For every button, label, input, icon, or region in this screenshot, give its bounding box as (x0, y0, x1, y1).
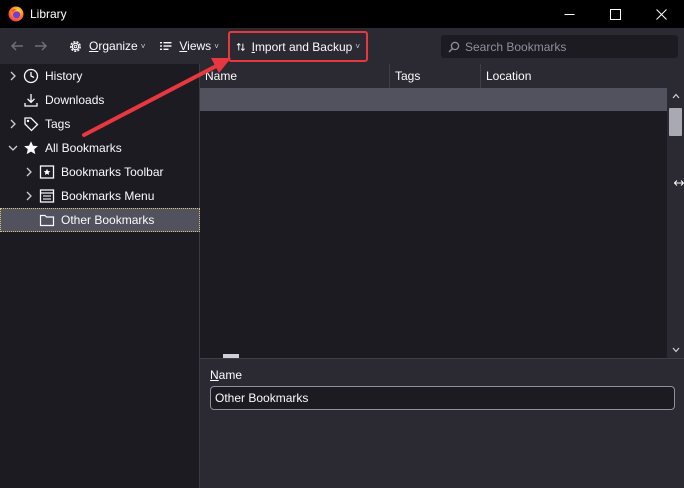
organize-button[interactable]: Organize ˅ (62, 33, 151, 59)
window-controls (546, 0, 684, 28)
arrow-left-icon (10, 41, 23, 51)
sidebar-item-label: Bookmarks Toolbar (61, 165, 164, 179)
minimize-icon (564, 13, 574, 15)
sidebar-item-other-bookmarks[interactable]: Other Bookmarks (0, 208, 200, 232)
download-icon (23, 92, 39, 108)
library-toolbar: Organize ˅ Views ˅ Import and Backup ˅ (0, 28, 684, 64)
arrow-right-icon (35, 41, 48, 51)
views-button[interactable]: Views ˅ (153, 33, 224, 59)
chevron-right-icon (10, 71, 16, 81)
name-field[interactable] (210, 386, 675, 410)
sidebar-item-all-bookmarks[interactable]: All Bookmarks (0, 136, 200, 160)
import-and-backup-label: Import and Backup (251, 39, 353, 54)
collapse-twisty[interactable] (5, 140, 21, 156)
sidebar-item-label: Downloads (45, 93, 105, 107)
list-icon (160, 42, 172, 50)
sidebar-item-tags[interactable]: Tags (0, 112, 200, 136)
maximize-icon (609, 8, 621, 20)
minimize-button[interactable] (546, 0, 592, 28)
import-and-backup-button[interactable]: Import and Backup ˅ (228, 31, 368, 62)
maximize-button[interactable] (592, 0, 638, 28)
chevron-up-icon (672, 93, 679, 99)
chevron-down-icon: ˅ (140, 41, 146, 51)
search-input[interactable] (465, 39, 665, 54)
column-header-location[interactable]: Location (481, 64, 684, 88)
bookmarks-list: Name Tags Location (200, 64, 684, 358)
tag-icon (23, 116, 39, 132)
organize-label: Organize (89, 39, 138, 53)
chevron-down-icon (672, 347, 679, 353)
gear-icon (70, 40, 81, 52)
scroll-up-button[interactable] (667, 88, 684, 104)
search-icon (448, 41, 460, 52)
sidebar-item-label: Bookmarks Menu (61, 189, 155, 203)
firefox-logo-icon (8, 6, 24, 22)
vertical-scrollbar[interactable] (667, 88, 684, 358)
sidebar-item-label: Tags (45, 117, 71, 131)
bookmark-toolbar-icon (39, 164, 55, 180)
expand-twisty[interactable] (5, 116, 21, 132)
forward-button[interactable] (30, 34, 52, 58)
folder-icon (39, 212, 55, 228)
expand-twisty[interactable] (5, 68, 21, 84)
close-icon (655, 8, 667, 20)
chevron-right-icon (26, 191, 32, 201)
window-title: Library (30, 7, 67, 21)
sidebar-item-bookmarks-toolbar[interactable]: Bookmarks Toolbar (0, 160, 200, 184)
places-sidebar: History Downloads Tags All Bookmarks Boo… (0, 64, 200, 488)
expand-twisty[interactable] (21, 164, 37, 180)
column-headers: Name Tags Location (200, 64, 684, 88)
chevron-right-icon (26, 167, 32, 177)
views-label: Views (179, 39, 212, 53)
sidebar-item-downloads[interactable]: Downloads (0, 88, 200, 112)
name-field-label: Name (210, 368, 243, 382)
star-icon (23, 140, 39, 156)
sidebar-item-history[interactable]: History (0, 64, 200, 88)
sort-arrows-icon (236, 42, 245, 51)
column-header-name[interactable]: Name (200, 64, 390, 88)
chevron-down-icon: ˅ (355, 42, 360, 51)
bookmark-menu-icon (39, 188, 55, 204)
expand-twisty[interactable] (21, 188, 37, 204)
sidebar-item-label: Other Bookmarks (61, 213, 155, 227)
list-item[interactable] (200, 88, 668, 111)
sidebar-item-bookmarks-menu[interactable]: Bookmarks Menu (0, 184, 200, 208)
details-pane: Name (200, 358, 684, 488)
back-button[interactable] (6, 34, 28, 58)
close-button[interactable] (638, 0, 684, 28)
sidebar-item-label: All Bookmarks (45, 141, 122, 155)
resize-cursor-icon (673, 176, 684, 190)
search-box[interactable] (441, 35, 678, 58)
chevron-right-icon (10, 119, 16, 129)
scroll-down-button[interactable] (667, 342, 684, 358)
column-header-tags[interactable]: Tags (390, 64, 481, 88)
sidebar-item-label: History (45, 69, 83, 83)
chevron-down-icon (8, 145, 18, 151)
scrollbar-thumb[interactable] (669, 108, 682, 136)
clock-icon (23, 68, 39, 84)
title-bar: Library (0, 0, 684, 28)
chevron-down-icon: ˅ (214, 41, 219, 51)
